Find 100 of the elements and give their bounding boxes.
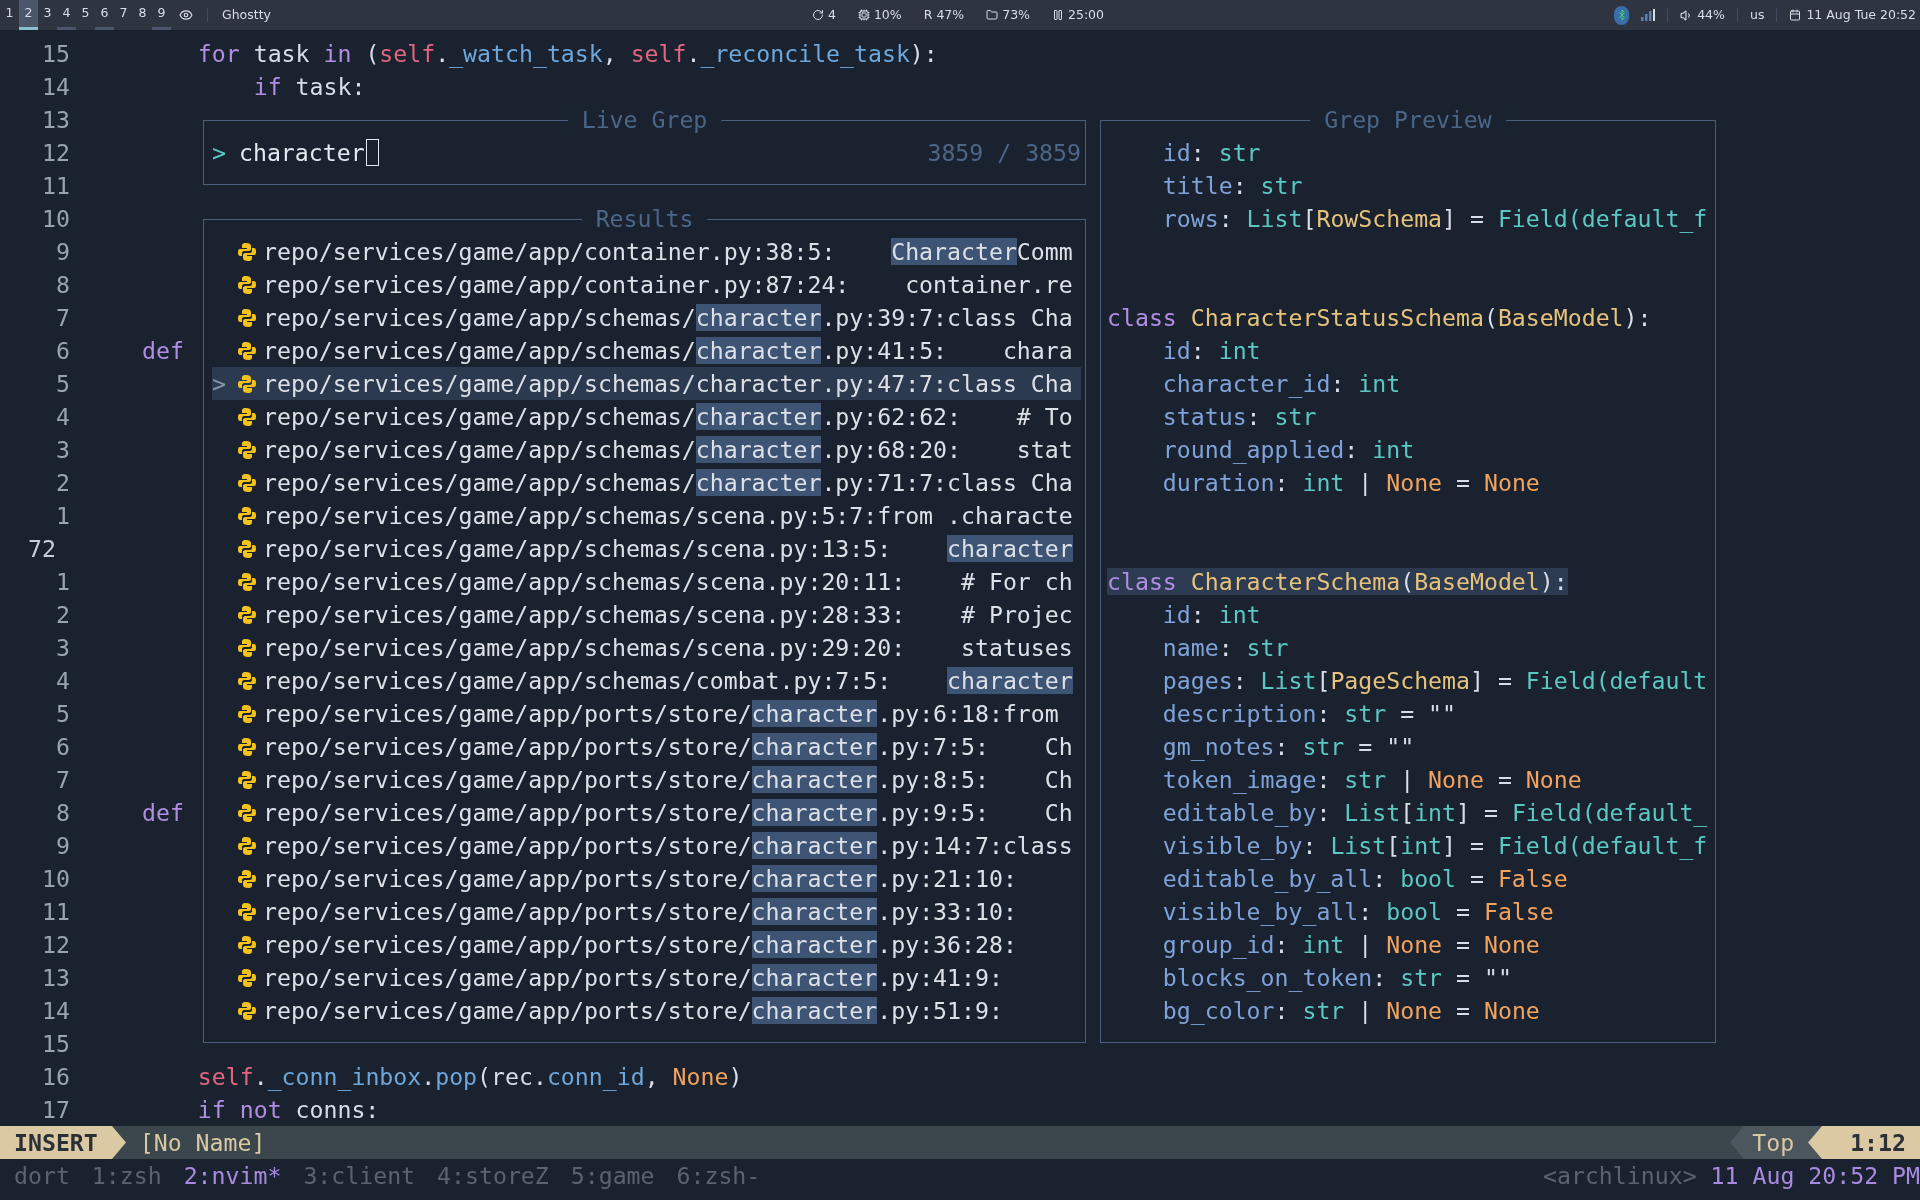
line-number: 16 bbox=[41, 1062, 70, 1092]
code-line: def bbox=[142, 798, 184, 828]
line-number: 7 bbox=[55, 303, 70, 333]
line-number: 12 bbox=[41, 138, 70, 168]
python-icon bbox=[237, 901, 257, 922]
result-item[interactable]: repo/services/game/app/ports/store/character.py:21:10: bbox=[212, 862, 1081, 895]
result-item[interactable]: repo/services/game/app/ports/store/character.py:41:9: bbox=[212, 961, 1081, 994]
python-icon bbox=[237, 340, 257, 361]
python-icon bbox=[237, 802, 257, 823]
python-icon bbox=[237, 472, 257, 493]
line-number: 10 bbox=[41, 204, 70, 234]
line-number: 3 bbox=[55, 633, 70, 663]
window-title: Ghostty bbox=[222, 5, 271, 24]
keyboard-layout: us bbox=[1749, 5, 1765, 24]
folder-icon bbox=[986, 9, 999, 21]
code-line: status: str bbox=[1161, 403, 1317, 430]
line-number: 3 bbox=[55, 435, 70, 465]
code-line: for task in (self._watch_task, self._reconcile_task): bbox=[196, 39, 938, 70]
python-icon bbox=[237, 835, 257, 856]
pause-icon bbox=[1052, 9, 1064, 21]
search-field[interactable]: character bbox=[238, 136, 379, 169]
result-item[interactable]: repo/services/game/app/schemas/character.py:62:62: # To bbox=[212, 400, 1081, 433]
line-number: 7 bbox=[55, 765, 70, 795]
code-line: bg_color: str | None = None bbox=[1161, 997, 1540, 1024]
code-line: self._conn_inbox.pop(rec.conn_id, None) bbox=[196, 1062, 743, 1093]
chip-icon bbox=[857, 9, 870, 21]
line-number: 8 bbox=[55, 270, 70, 300]
result-item[interactable]: > repo/services/game/app/schemas/character.py:47:7:class Cha bbox=[212, 367, 1081, 400]
workspace-button[interactable]: 4 bbox=[57, 0, 76, 30]
python-icon bbox=[237, 571, 257, 592]
result-item[interactable]: repo/services/game/app/container.py:38:5: CharacterComm bbox=[212, 235, 1081, 268]
code-line: id: int bbox=[1161, 337, 1261, 364]
line-number: 9 bbox=[55, 831, 70, 861]
line-number: 8 bbox=[55, 798, 70, 828]
python-icon bbox=[237, 439, 257, 460]
separator-arrow-icon bbox=[111, 1126, 126, 1159]
code-line: description: str = "" bbox=[1161, 700, 1457, 727]
line-number: 12 bbox=[41, 930, 70, 960]
workspace-button[interactable]: 3 bbox=[38, 0, 57, 30]
prompt-symbol: > bbox=[212, 138, 226, 168]
result-item[interactable]: repo/services/game/app/schemas/character.py:68:20: stat bbox=[212, 433, 1081, 466]
result-item[interactable]: repo/services/game/app/ports/store/character.py:51:9: bbox=[212, 994, 1081, 1027]
result-item[interactable]: repo/services/game/app/schemas/scena.py:13:5: character bbox=[212, 532, 1081, 565]
line-number: 72 bbox=[27, 534, 57, 564]
python-icon bbox=[237, 1000, 257, 1021]
host-name: <archlinux> bbox=[1543, 1161, 1697, 1191]
workspace-button[interactable]: 7 bbox=[114, 0, 133, 30]
line-number: 5 bbox=[55, 369, 70, 399]
python-icon bbox=[237, 307, 257, 328]
tmux-window-tab[interactable]: 2:nvim* bbox=[183, 1159, 282, 1192]
tmux-clock: 11 Aug 20:52 PM bbox=[1710, 1161, 1920, 1191]
volume-value: 44% bbox=[1697, 5, 1725, 24]
workspace-button[interactable]: 2 bbox=[19, 0, 38, 30]
python-icon bbox=[237, 274, 257, 295]
workspace-button[interactable]: 5 bbox=[76, 0, 95, 30]
result-item[interactable]: repo/services/game/app/schemas/character.py:41:5: chara bbox=[212, 334, 1081, 367]
result-item[interactable]: repo/services/game/app/schemas/scena.py:5:7:from .characte bbox=[212, 499, 1081, 532]
stat-value: 25:00 bbox=[1068, 5, 1105, 24]
python-icon bbox=[237, 703, 257, 724]
line-number: 9 bbox=[55, 237, 70, 267]
match-count: 3859 / 3859 bbox=[927, 138, 1081, 168]
result-item[interactable]: repo/services/game/app/ports/store/character.py:33:10: bbox=[212, 895, 1081, 928]
result-item[interactable]: repo/services/game/app/ports/store/character.py:7:5: Ch bbox=[212, 730, 1081, 763]
result-item[interactable]: repo/services/game/app/schemas/scena.py:20:11: # For ch bbox=[212, 565, 1081, 598]
code-line: gm_notes: str = "" bbox=[1161, 733, 1415, 760]
bluetooth-icon[interactable] bbox=[1614, 5, 1630, 25]
workspace-button[interactable]: 9 bbox=[152, 0, 171, 30]
clock: 11 Aug Tue 20:52 bbox=[1806, 5, 1916, 24]
result-item[interactable]: repo/services/game/app/ports/store/character.py:36:28: bbox=[212, 928, 1081, 961]
python-icon bbox=[237, 637, 257, 658]
workspace-button[interactable]: 1 bbox=[0, 0, 19, 30]
code-line: class CharacterStatusSchema(BaseModel): bbox=[1107, 304, 1652, 331]
result-item[interactable]: repo/services/game/app/container.py:87:24: container.re bbox=[212, 268, 1081, 301]
code-line: def bbox=[142, 336, 184, 366]
line-number: 13 bbox=[41, 963, 70, 993]
line-number: 2 bbox=[55, 468, 70, 498]
code-line: pages: List[PageSchema] = Field(default bbox=[1161, 667, 1708, 694]
stat-value: 10% bbox=[873, 5, 902, 24]
stat-label: R bbox=[923, 5, 933, 24]
file-name: [No Name] bbox=[139, 1128, 266, 1158]
result-item[interactable]: repo/services/game/app/ports/store/character.py:9:5: Ch bbox=[212, 796, 1081, 829]
result-item[interactable]: repo/services/game/app/ports/store/character.py:8:5: Ch bbox=[212, 763, 1081, 796]
code-line: visible_by_all: bool = False bbox=[1161, 898, 1554, 925]
result-item[interactable]: repo/services/game/app/schemas/character.py:39:7:class Cha bbox=[212, 301, 1081, 334]
result-item[interactable]: repo/services/game/app/ports/store/character.py:14:7:class bbox=[212, 829, 1081, 862]
session-name: dort bbox=[14, 1161, 70, 1191]
code-line: blocks_on_token: str = "" bbox=[1161, 964, 1512, 991]
result-item[interactable]: repo/services/game/app/schemas/scena.py:29:20: statuses bbox=[212, 631, 1081, 664]
code-line: editable_by: List[int] = Field(default_ bbox=[1161, 799, 1708, 826]
result-item[interactable]: repo/services/game/app/schemas/character.py:71:7:class Cha bbox=[212, 466, 1081, 499]
result-item[interactable]: repo/services/game/app/schemas/scena.py:28:33: # Projec bbox=[212, 598, 1081, 631]
stat-value: 73% bbox=[1002, 5, 1030, 24]
result-item[interactable]: repo/services/game/app/ports/store/character.py:6:18:from bbox=[212, 697, 1081, 730]
line-number: 10 bbox=[41, 864, 70, 894]
python-icon bbox=[237, 538, 257, 559]
result-item[interactable]: repo/services/game/app/schemas/combat.py:7:5: character bbox=[212, 664, 1081, 697]
workspace-button[interactable]: 6 bbox=[95, 0, 114, 30]
workspace-button[interactable]: 8 bbox=[133, 0, 152, 30]
signal-icon[interactable] bbox=[1641, 9, 1656, 21]
python-icon bbox=[237, 868, 257, 889]
